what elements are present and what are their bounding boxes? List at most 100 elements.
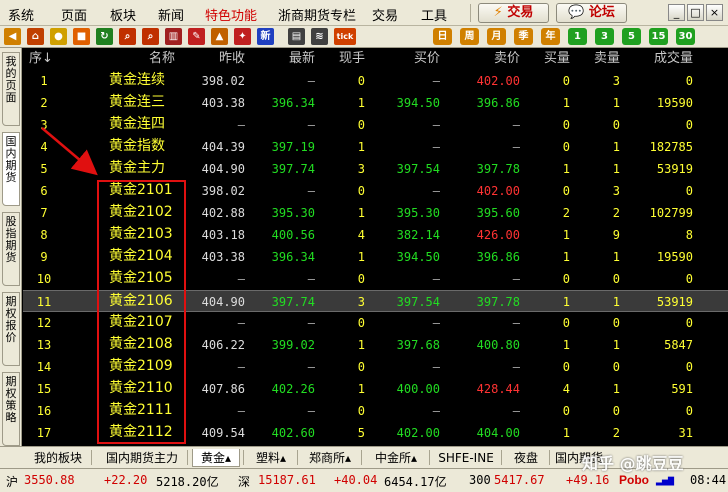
chat-bubble-icon: 💬 [568, 5, 585, 20]
row-bid: 397.54 [396, 162, 440, 176]
table-view-icon[interactable]: ▤ [288, 28, 305, 45]
menu-system[interactable]: 系统 [8, 5, 34, 24]
left-tab-4[interactable]: 期权策略 [2, 372, 20, 446]
left-tab-1[interactable]: 国内期货 [2, 132, 20, 206]
left-tab-0[interactable]: 我的页面 [2, 52, 20, 126]
row-prev-close: 409.54 [201, 426, 245, 440]
bottom-tab-1[interactable]: 国内期货主力 [100, 449, 184, 467]
row-seq: 10 [36, 272, 52, 286]
period-button-4[interactable]: 年 [541, 28, 560, 45]
menu-trade[interactable]: 交易 [372, 5, 398, 24]
trade-button[interactable]: ⚡ 交易 [478, 3, 549, 23]
bottom-tab-6[interactable]: SHFE-INE [434, 449, 498, 467]
col-header-seq[interactable]: 序↓ [29, 51, 59, 67]
hat-icon[interactable]: ▲ [211, 28, 228, 45]
book-icon[interactable]: ■ [73, 28, 90, 45]
row-volume: 0 [685, 316, 693, 330]
row-bid-volume: 1 [562, 338, 570, 352]
row-seq: 3 [40, 118, 48, 132]
bottom-tab-4[interactable]: 郑商所▴ [302, 449, 358, 467]
home-icon[interactable]: ⌂ [27, 28, 44, 45]
pencil-icon[interactable]: ✎ [188, 28, 205, 45]
row-seq: 15 [36, 382, 52, 396]
col-header-volume[interactable]: 成交量 [638, 51, 693, 67]
menu-news[interactable]: 新闻 [158, 5, 184, 24]
table-row[interactable]: 3 黄金连四 — — 0 — — 0 0 0 [23, 114, 728, 136]
row-name: 黄金指数 [109, 138, 165, 154]
minimize-icon[interactable]: _ [668, 4, 685, 21]
left-tab-3[interactable]: 期权报价 [2, 292, 20, 366]
maximize-icon[interactable]: □ [687, 4, 704, 21]
period-button-2[interactable]: 月 [487, 28, 506, 45]
row-prev-close: 402.88 [201, 206, 245, 220]
menu-tools[interactable]: 工具 [421, 5, 447, 24]
row-seq: 4 [40, 140, 48, 154]
bottom-tab-2[interactable]: 黄金▴ [192, 449, 240, 467]
col-header-bid[interactable]: 买价 [398, 51, 440, 67]
kline-icon[interactable]: ≋ [311, 28, 328, 45]
row-bid-volume: 1 [562, 250, 570, 264]
pin-icon[interactable]: ✦ [234, 28, 251, 45]
col-header-ask-volume[interactable]: 卖量 [578, 51, 620, 67]
period-button-7[interactable]: 5 [622, 28, 641, 45]
row-bid-volume: 4 [562, 382, 570, 396]
tick-icon[interactable]: tick [334, 28, 356, 45]
row-ask: 400.80 [476, 338, 520, 352]
left-tab-label: 期权报价 [5, 295, 17, 344]
sh-change: +22.20 [104, 473, 148, 487]
row-hand: 1 [357, 250, 365, 264]
row-prev-close: — [237, 118, 245, 132]
row-ask: — [512, 404, 520, 418]
table-row[interactable]: 2 黄金连三 403.38 396.34 1 394.50 396.86 1 1 19590 [23, 92, 728, 114]
table-row[interactable]: 5 黄金主力 404.90 397.74 3 397.54 397.78 1 1 53919 [23, 158, 728, 180]
row-ask-volume: 3 [612, 74, 620, 88]
bottom-tab-0[interactable]: 我的板块 [28, 449, 88, 467]
forum-button[interactable]: 💬 论坛 [556, 3, 627, 23]
row-bid: — [432, 272, 440, 286]
new-icon[interactable]: 新 [257, 28, 274, 45]
bottom-tab-7[interactable]: 夜盘 [506, 449, 546, 467]
row-bid: — [432, 118, 440, 132]
col-header-ask[interactable]: 卖价 [478, 51, 520, 67]
period-button-6[interactable]: 3 [595, 28, 614, 45]
row-bid: — [432, 404, 440, 418]
col-header-name[interactable]: 名称 [133, 51, 175, 67]
tab-separator [243, 450, 244, 465]
period-button-9[interactable]: 30 [676, 28, 695, 45]
col-header-bid-volume[interactable]: 买量 [528, 51, 570, 67]
row-ask: 397.78 [476, 295, 520, 309]
row-name: 黄金主力 [109, 160, 165, 176]
row-ask-volume: 3 [612, 184, 620, 198]
search-code-icon[interactable]: ⌕ [142, 28, 159, 45]
coin-icon[interactable]: ● [50, 28, 67, 45]
menu-features[interactable]: 特色功能 [205, 5, 257, 24]
period-button-0[interactable]: 日 [433, 28, 452, 45]
menu-page[interactable]: 页面 [61, 5, 87, 24]
col-header-hand[interactable]: 现手 [323, 51, 365, 67]
col-header-prev-close[interactable]: 昨收 [203, 51, 245, 67]
refresh-icon[interactable]: ↻ [96, 28, 113, 45]
tab-separator [297, 450, 298, 465]
chart-icon[interactable]: ▥ [165, 28, 182, 45]
search-icon[interactable]: ⌕ [119, 28, 136, 45]
period-button-1[interactable]: 周 [460, 28, 479, 45]
row-name: 黄金连续 [109, 72, 165, 88]
bottom-tab-3[interactable]: 塑料▴ [248, 449, 294, 467]
table-row[interactable]: 4 黄金指数 404.39 397.19 1 — — 0 1 182785 [23, 136, 728, 158]
close-icon[interactable]: × [706, 4, 723, 21]
row-last: 397.74 [271, 162, 315, 176]
menu-sector[interactable]: 板块 [110, 5, 136, 24]
back-icon[interactable]: ◀ [4, 28, 21, 45]
row-prev-close: 403.38 [201, 96, 245, 110]
col-header-last[interactable]: 最新 [273, 51, 315, 67]
table-row[interactable]: 1 黄金连续 398.02 — 0 — 402.00 0 3 0 [23, 70, 728, 92]
menu-zheshang-column[interactable]: 浙商期货专栏 [278, 5, 356, 24]
left-tab-2[interactable]: 股指期货 [2, 212, 20, 286]
row-bid: 397.54 [396, 295, 440, 309]
row-bid-volume: 0 [562, 404, 570, 418]
row-prev-close: 398.02 [201, 74, 245, 88]
period-button-5[interactable]: 1 [568, 28, 587, 45]
period-button-8[interactable]: 15 [649, 28, 668, 45]
period-button-3[interactable]: 季 [514, 28, 533, 45]
bottom-tab-5[interactable]: 中金所▴ [366, 449, 426, 467]
